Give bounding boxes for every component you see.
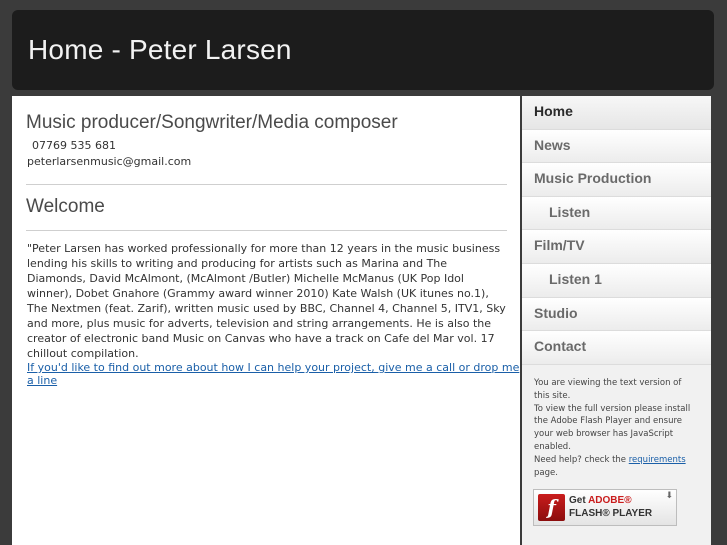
site-header: Home - Peter Larsen bbox=[12, 10, 714, 90]
notice-help-prefix: Need help? check the bbox=[534, 454, 629, 465]
notice-line-2: To view the full version please install … bbox=[534, 403, 691, 452]
download-arrow-icon: ⬇ bbox=[665, 491, 673, 501]
nav-item-studio[interactable]: Studio bbox=[522, 297, 711, 332]
nav-item-contact[interactable]: Contact bbox=[522, 331, 711, 365]
nav-item-listen-1[interactable]: Listen 1 bbox=[522, 263, 711, 298]
main-content: Music producer/Songwriter/Media composer… bbox=[12, 96, 520, 545]
notice-help-suffix: page. bbox=[534, 467, 558, 478]
notice-line-1: You are viewing the text version of this… bbox=[534, 378, 682, 401]
flash-badge-line-2: FLASH® PLAYER bbox=[569, 508, 653, 519]
requirements-link[interactable]: requirements bbox=[629, 455, 686, 465]
nav-item-listen[interactable]: Listen bbox=[522, 196, 711, 231]
get-flash-player-button[interactable]: f Get ADOBE® FLASH® PLAYER ⬇ bbox=[533, 489, 677, 526]
nav-item-film-tv[interactable]: Film/TV bbox=[522, 230, 711, 264]
flash-notice: You are viewing the text version of this… bbox=[534, 377, 698, 479]
nav-item-home[interactable]: Home bbox=[522, 96, 711, 130]
contact-link[interactable]: If you'd like to find out more about how… bbox=[27, 361, 520, 387]
nav-item-news[interactable]: News bbox=[522, 129, 711, 164]
phone-number: 07769 535 681 bbox=[32, 139, 116, 152]
bio-text: "Peter Larsen has worked professionally … bbox=[27, 242, 506, 360]
nav-item-music-production[interactable]: Music Production bbox=[522, 163, 711, 197]
welcome-heading: Welcome bbox=[26, 196, 105, 217]
email-address: peterlarsenmusic@gmail.com bbox=[27, 155, 192, 168]
sidebar: Home News Music Production Listen Film/T… bbox=[522, 96, 711, 545]
divider bbox=[26, 230, 507, 231]
flash-badge-get: Get bbox=[569, 495, 589, 506]
flash-logo-icon: f bbox=[538, 494, 565, 521]
main-heading: Music producer/Songwriter/Media composer bbox=[26, 112, 398, 133]
page-title: Home - Peter Larsen bbox=[28, 34, 292, 65]
flash-badge-brand: ADOBE® bbox=[588, 495, 632, 506]
notice-line-3: Need help? check the requirements page. bbox=[534, 454, 698, 480]
flash-badge-line-1: Get ADOBE® bbox=[569, 495, 632, 506]
divider bbox=[26, 184, 507, 185]
